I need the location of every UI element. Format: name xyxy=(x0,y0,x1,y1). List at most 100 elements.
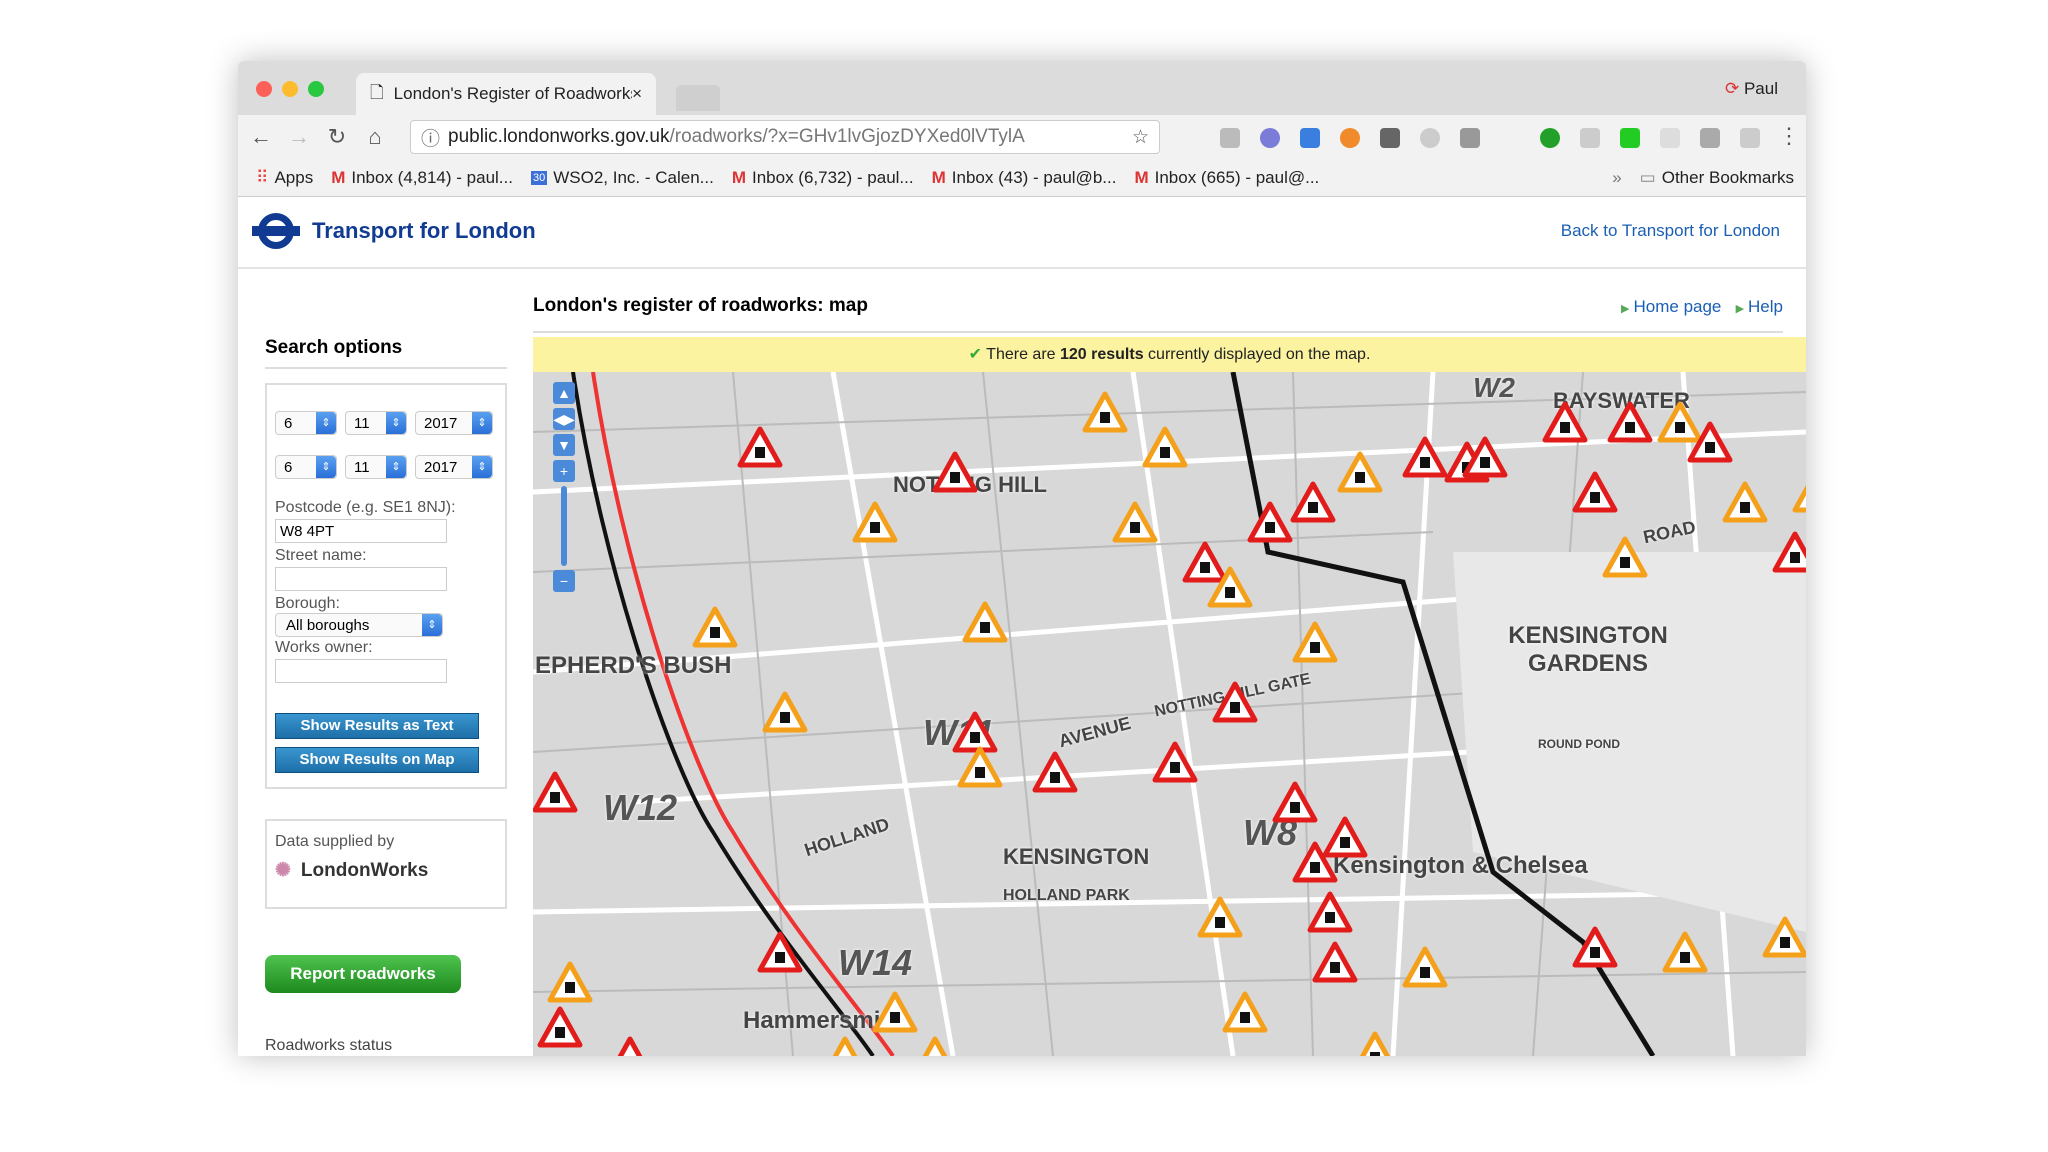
to-day-select[interactable]: 6 ⇕ xyxy=(275,455,337,479)
roadworks-marker-icon[interactable] xyxy=(957,746,1003,788)
roadworks-marker-icon[interactable] xyxy=(547,961,593,1003)
menu-icon[interactable]: ⋮ xyxy=(1778,123,1800,149)
check-extension-icon[interactable] xyxy=(1540,128,1560,148)
extension-icon[interactable] xyxy=(1220,128,1240,148)
roadworks-marker-icon[interactable] xyxy=(1322,816,1368,858)
tfl-logo[interactable]: Transport for London xyxy=(252,211,536,251)
extension-icon[interactable] xyxy=(1420,128,1440,148)
roadworks-marker-icon[interactable] xyxy=(962,601,1008,643)
roadworks-marker-icon[interactable] xyxy=(1402,946,1448,988)
extension-icon[interactable] xyxy=(1660,128,1680,148)
more-bookmarks-button[interactable]: » xyxy=(1612,168,1621,188)
from-year-select[interactable]: 2017 ⇕ xyxy=(415,411,493,435)
roadworks-marker-icon[interactable] xyxy=(737,426,783,468)
bookmark-inbox[interactable]: M Inbox (4,814) - paul... xyxy=(331,168,513,188)
roadworks-marker-icon[interactable] xyxy=(1272,781,1318,823)
roadworks-marker-icon[interactable] xyxy=(610,1036,650,1056)
extension-icon[interactable] xyxy=(1340,128,1360,148)
browser-tab[interactable]: 🗋 London's Register of Roadworks × xyxy=(356,73,656,115)
extension-icon[interactable] xyxy=(1620,128,1640,148)
extension-icon[interactable] xyxy=(1700,128,1720,148)
roadworks-marker-icon[interactable] xyxy=(1197,896,1243,938)
bookmark-inbox[interactable]: M Inbox (665) - paul@... xyxy=(1134,168,1319,188)
roadworks-marker-icon[interactable] xyxy=(1355,1031,1395,1056)
extension-icon[interactable] xyxy=(1740,128,1760,148)
roadworks-map[interactable]: NOTTING HILL KENSINGTON GARDENS W11 W12 … xyxy=(533,372,1806,1056)
street-input[interactable] xyxy=(275,567,447,591)
roadworks-marker-icon[interactable] xyxy=(1602,536,1648,578)
extension-icon[interactable] xyxy=(1380,128,1400,148)
profile-button[interactable]: ⟳ Paul xyxy=(1725,79,1778,99)
bookmark-apps[interactable]: ⠿ Apps xyxy=(256,168,313,188)
roadworks-marker-icon[interactable] xyxy=(1212,681,1258,723)
address-bar[interactable]: ⓘ public.londonworks.gov.uk/roadworks/?x=… xyxy=(410,120,1160,154)
roadworks-marker-icon[interactable] xyxy=(1607,401,1653,443)
roadworks-marker-icon[interactable] xyxy=(1247,501,1293,543)
roadworks-marker-icon[interactable] xyxy=(1792,474,1806,513)
roadworks-marker-icon[interactable] xyxy=(762,691,808,733)
pan-up-icon[interactable]: ▲ xyxy=(553,382,575,404)
roadworks-marker-icon[interactable] xyxy=(1722,481,1768,523)
close-window-button[interactable] xyxy=(256,81,272,97)
pan-left-right-icon[interactable]: ◀▶ xyxy=(553,408,575,430)
roadworks-marker-icon[interactable] xyxy=(915,1036,955,1056)
star-icon[interactable]: ☆ xyxy=(1132,126,1149,149)
pan-down-icon[interactable]: ▼ xyxy=(553,434,575,456)
roadworks-marker-icon[interactable] xyxy=(533,771,578,813)
to-year-select[interactable]: 2017 ⇕ xyxy=(415,455,493,479)
show-results-text-button[interactable]: Show Results as Text xyxy=(275,713,479,739)
minimize-window-button[interactable] xyxy=(282,81,298,97)
roadworks-marker-icon[interactable] xyxy=(1292,621,1338,663)
extension-icon[interactable] xyxy=(1460,128,1480,148)
roadworks-marker-icon[interactable] xyxy=(1572,471,1618,513)
roadworks-marker-icon[interactable] xyxy=(1337,451,1383,493)
show-results-map-button[interactable]: Show Results on Map xyxy=(275,747,479,773)
roadworks-marker-icon[interactable] xyxy=(1402,436,1448,478)
postcode-input[interactable] xyxy=(275,519,447,543)
other-bookmarks[interactable]: ▭ Other Bookmarks xyxy=(1640,168,1794,188)
roadworks-marker-icon[interactable] xyxy=(1542,401,1588,443)
roadworks-marker-icon[interactable] xyxy=(1222,991,1268,1033)
bookmark-inbox[interactable]: M Inbox (6,732) - paul... xyxy=(732,168,914,188)
forward-icon[interactable]: → xyxy=(284,124,314,150)
roadworks-marker-icon[interactable] xyxy=(932,451,978,493)
roadworks-marker-icon[interactable] xyxy=(952,711,998,753)
roadworks-marker-icon[interactable] xyxy=(1290,481,1336,523)
back-icon[interactable]: ← xyxy=(246,124,276,150)
reload-icon[interactable]: ↻ xyxy=(322,124,352,150)
close-tab-icon[interactable]: × xyxy=(632,84,642,104)
from-month-select[interactable]: 11 ⇕ xyxy=(345,411,407,435)
extension-icon[interactable] xyxy=(1260,128,1280,148)
back-to-tfl-link[interactable]: Back to Transport for London xyxy=(1561,221,1780,241)
roadworks-marker-icon[interactable] xyxy=(1112,501,1158,543)
roadworks-marker-icon[interactable] xyxy=(825,1036,865,1056)
roadworks-marker-icon[interactable] xyxy=(1772,531,1806,573)
zoom-in-button[interactable]: + xyxy=(553,460,575,482)
zoom-slider[interactable] xyxy=(561,486,567,566)
new-tab-button[interactable] xyxy=(676,85,720,111)
help-link[interactable]: Help xyxy=(1748,297,1783,316)
roadworks-marker-icon[interactable] xyxy=(852,501,898,543)
bookmark-inbox[interactable]: M Inbox (43) - paul@b... xyxy=(932,168,1117,188)
home-icon[interactable]: ⌂ xyxy=(360,124,390,150)
home-page-link[interactable]: Home page xyxy=(1634,297,1722,316)
roadworks-marker-icon[interactable] xyxy=(1082,391,1128,433)
roadworks-marker-icon[interactable] xyxy=(1307,891,1353,933)
roadworks-marker-icon[interactable] xyxy=(1312,941,1358,983)
roadworks-marker-icon[interactable] xyxy=(1572,926,1618,968)
roadworks-marker-icon[interactable] xyxy=(1182,541,1228,583)
extension-icon[interactable] xyxy=(1300,128,1320,148)
roadworks-marker-icon[interactable] xyxy=(1762,916,1806,958)
from-day-select[interactable]: 6 ⇕ xyxy=(275,411,337,435)
maximize-window-button[interactable] xyxy=(308,81,324,97)
roadworks-marker-icon[interactable] xyxy=(537,1006,583,1048)
roadworks-marker-icon[interactable] xyxy=(692,606,738,648)
roadworks-marker-icon[interactable] xyxy=(757,931,803,973)
bookmark-calendar[interactable]: 30 WSO2, Inc. - Calen... xyxy=(530,168,714,188)
borough-select[interactable]: All boroughs ⇕ xyxy=(275,613,443,637)
roadworks-marker-icon[interactable] xyxy=(1032,751,1078,793)
roadworks-marker-icon[interactable] xyxy=(1662,931,1708,973)
roadworks-marker-icon[interactable] xyxy=(872,991,918,1033)
owner-input[interactable] xyxy=(275,659,447,683)
roadworks-marker-icon[interactable] xyxy=(1152,741,1198,783)
